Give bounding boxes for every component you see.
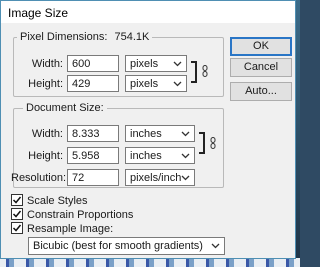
resample-image-checkbox[interactable] <box>11 222 23 234</box>
doc-width-unit-value: inches <box>130 128 162 140</box>
background-image-strip <box>0 258 300 267</box>
pixel-width-unit-value: pixels <box>130 58 159 70</box>
image-size-dialog: Image Size Pixel Dimensions: 754.1K Widt… <box>0 0 296 259</box>
chevron-down-icon <box>181 153 190 159</box>
resolution-unit-select[interactable]: pixels/inch <box>125 169 195 186</box>
checkmark-icon <box>12 196 22 204</box>
checkmark-icon <box>12 210 22 218</box>
resample-image-label: Resample Image: <box>27 223 114 235</box>
pixel-height-input[interactable]: 429 <box>67 75 119 92</box>
pixel-width-input[interactable]: 600 <box>67 55 119 72</box>
constrain-proportions-label: Constrain Proportions <box>27 209 134 221</box>
title-bar[interactable]: Image Size <box>1 1 295 23</box>
chain-link-icon <box>202 65 208 77</box>
pixel-width-label: Width: <box>31 58 63 70</box>
chevron-down-icon <box>173 81 182 87</box>
resolution-input[interactable]: 72 <box>67 169 119 186</box>
resolution-label: Resolution: <box>11 172 67 184</box>
pixel-height-unit-select[interactable]: pixels <box>125 75 187 92</box>
document-size-label: Document Size: <box>23 102 107 114</box>
scale-styles-label: Scale Styles <box>27 195 88 207</box>
chevron-down-icon <box>181 131 190 137</box>
ok-button[interactable]: OK <box>230 37 292 56</box>
background-image-edge <box>296 0 300 267</box>
doc-width-unit-select[interactable]: inches <box>125 125 195 142</box>
document-link-bracket <box>199 132 205 154</box>
chevron-down-icon <box>181 175 190 181</box>
pixel-width-unit-select[interactable]: pixels <box>125 55 187 72</box>
resolution-unit-value: pixels/inch <box>130 172 182 184</box>
chevron-down-icon <box>211 243 220 249</box>
scale-styles-checkbox[interactable] <box>11 194 23 206</box>
pixel-link-bracket <box>191 61 197 83</box>
resample-method-select[interactable]: Bicubic (best for smooth gradients) <box>28 237 225 255</box>
resample-method-value: Bicubic (best for smooth gradients) <box>33 240 203 252</box>
constrain-proportions-checkbox[interactable] <box>11 208 23 220</box>
doc-height-unit-value: inches <box>130 150 162 162</box>
doc-width-input[interactable]: 8.333 <box>67 125 119 142</box>
cancel-button[interactable]: Cancel <box>230 58 292 77</box>
chevron-down-icon <box>173 61 182 67</box>
doc-height-unit-select[interactable]: inches <box>125 147 195 164</box>
pixel-dimensions-label: Pixel Dimensions: 754.1K <box>17 31 153 43</box>
doc-height-input[interactable]: 5.958 <box>67 147 119 164</box>
pixel-dimensions-title: Pixel Dimensions: <box>20 31 108 43</box>
chain-link-icon <box>210 137 216 149</box>
dialog-title: Image Size <box>8 6 69 20</box>
pixel-dimensions-size: 754.1K <box>114 31 150 43</box>
pixel-height-unit-value: pixels <box>130 78 159 90</box>
auto-button[interactable]: Auto... <box>230 82 292 101</box>
doc-width-label: Width: <box>31 128 63 140</box>
doc-height-label: Height: <box>28 150 63 162</box>
checkmark-icon <box>12 224 22 232</box>
pixel-height-label: Height: <box>28 78 63 90</box>
